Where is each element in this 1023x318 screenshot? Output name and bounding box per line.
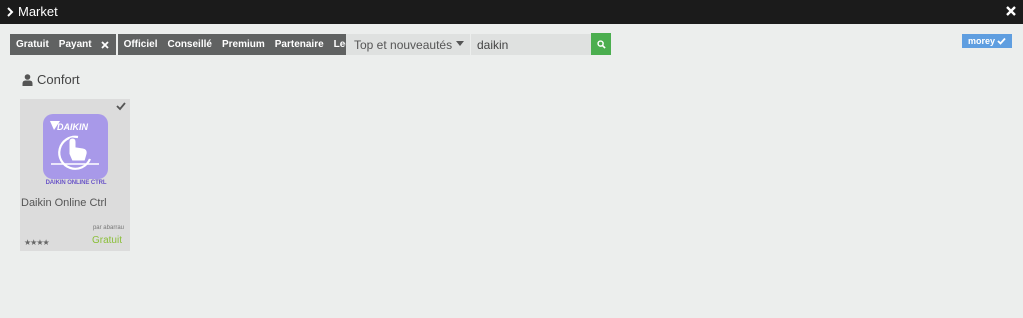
- plugin-logo-caption: DAIKIN ONLINE CTRL: [45, 180, 107, 186]
- check-icon: [997, 37, 1006, 45]
- plugin-price: Gratuit: [91, 235, 122, 246]
- search-icon: [596, 39, 606, 49]
- filter-premium-button[interactable]: Premium: [218, 39, 271, 50]
- filter-advised-button[interactable]: Conseillé: [163, 39, 217, 50]
- filter-partner-button[interactable]: Partenaire: [271, 39, 330, 50]
- search-button[interactable]: [591, 33, 611, 55]
- user-badge[interactable]: morey: [962, 34, 1012, 48]
- search-input[interactable]: [471, 34, 591, 55]
- filter-free-button[interactable]: Gratuit: [12, 39, 55, 50]
- plugin-rating: ★★★★: [24, 238, 50, 247]
- plugin-logo: DAIKIN: [43, 114, 108, 179]
- plugin-logo-text: DAIKIN: [57, 122, 88, 132]
- user-name: morey: [967, 36, 995, 46]
- price-filter-group: Gratuit Payant: [10, 34, 116, 55]
- window-title: Market: [18, 4, 58, 19]
- caret-down-icon: [456, 41, 464, 46]
- daikin-logo-graphic: DAIKIN: [50, 121, 99, 170]
- title-bar: Market: [0, 0, 1023, 24]
- category-header: Confort: [22, 72, 80, 87]
- plugin-author: par abarrau: [92, 225, 124, 231]
- filter-official-button[interactable]: Officiel: [120, 39, 164, 50]
- clear-price-filter-button[interactable]: [98, 34, 112, 55]
- category-label: Confort: [37, 72, 80, 87]
- filter-paid-button[interactable]: Payant: [55, 39, 98, 50]
- chevron-right-icon[interactable]: [6, 5, 14, 19]
- sort-select[interactable]: Top et nouveautés: [346, 34, 470, 55]
- plugin-name: Daikin Online Ctrl: [21, 197, 107, 209]
- plugin-card[interactable]: DAIKIN DAIKIN ONLINE CTRL Daikin Online …: [20, 99, 130, 251]
- check-icon: [116, 102, 126, 111]
- user-icon: [22, 73, 33, 86]
- filter-bar: Gratuit Payant Officiel Conseillé Premiu…: [10, 34, 393, 55]
- sort-select-value: Top et nouveautés: [354, 38, 453, 52]
- close-icon: [100, 40, 109, 49]
- close-icon[interactable]: [1004, 4, 1018, 18]
